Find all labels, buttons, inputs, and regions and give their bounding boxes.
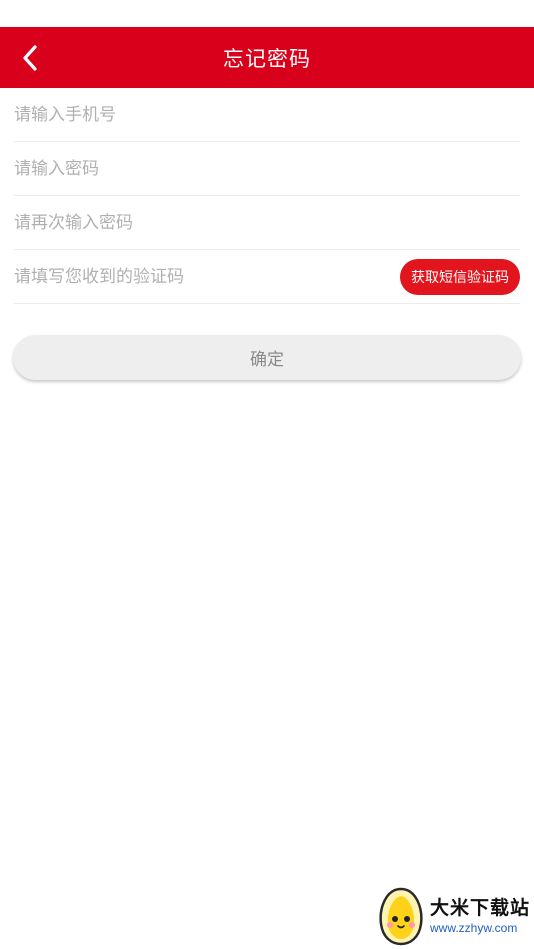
password-input[interactable] (14, 158, 520, 179)
verification-code-input[interactable] (14, 266, 374, 287)
back-button[interactable] (8, 27, 52, 88)
phone-input[interactable] (14, 104, 520, 125)
page-title: 忘记密码 (223, 47, 311, 71)
chevron-left-icon (23, 44, 37, 71)
app-header: 忘记密码 (0, 27, 534, 88)
confirm-password-row (14, 196, 520, 250)
status-bar (0, 0, 534, 27)
watermark-text: 大米下载站 www.zzhyw.com (430, 897, 530, 935)
confirm-password-input[interactable] (14, 212, 520, 233)
watermark-name: 大米下载站 (430, 898, 531, 919)
verification-code-row: 获取短信验证码 (14, 250, 520, 304)
confirm-button[interactable]: 确定 (13, 335, 521, 380)
watermark-url: www.zzhyw.com (430, 921, 518, 935)
forgot-password-form: 获取短信验证码 (0, 88, 534, 304)
rice-mascot-icon (379, 887, 423, 946)
phone-row (14, 88, 520, 142)
get-sms-code-button[interactable]: 获取短信验证码 (400, 258, 520, 295)
watermark: 大米下载站 www.zzhyw.com (376, 885, 532, 947)
password-row (14, 142, 520, 196)
